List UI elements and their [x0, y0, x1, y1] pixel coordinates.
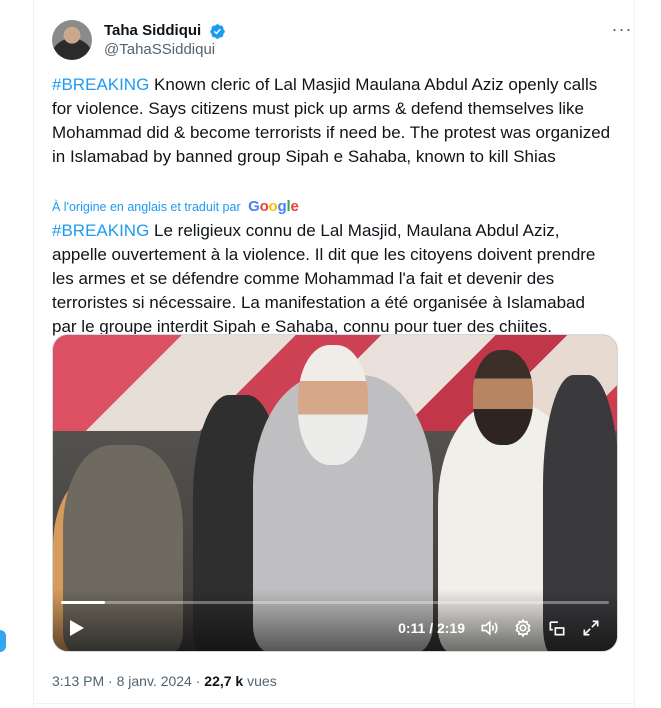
divider [34, 703, 634, 704]
volume-icon[interactable] [479, 618, 499, 638]
video-time: 0:11 / 2:19 [398, 620, 465, 636]
tweet-header: Taha Siddiqui @TahaSSiddiqui ··· [52, 18, 633, 62]
tweet-date[interactable]: 8 janv. 2024 [117, 673, 192, 689]
video-speaker-head [298, 345, 368, 465]
hashtag-link[interactable]: #BREAKING [52, 75, 149, 94]
video-controls: 0:11 / 2:19 [53, 589, 617, 651]
picture-in-picture-icon[interactable] [547, 618, 567, 638]
translation-note-text: À l'origine en anglais et traduit par [52, 200, 241, 214]
fullscreen-icon[interactable] [581, 618, 601, 638]
author-display-name[interactable]: Taha Siddiqui [104, 22, 201, 40]
views-label: vues [243, 673, 277, 689]
video-progress-fill [61, 601, 105, 604]
author-block[interactable]: Taha Siddiqui @TahaSSiddiqui [104, 22, 226, 60]
video-progress-bar[interactable] [61, 601, 609, 604]
video-player[interactable]: 0:11 / 2:19 [52, 334, 618, 652]
meta-separator: · [191, 673, 205, 689]
google-logo: Google [248, 198, 299, 215]
play-icon[interactable] [69, 619, 85, 637]
verified-badge-icon [209, 23, 225, 39]
more-options-icon[interactable]: ··· [611, 20, 633, 42]
author-handle[interactable]: @TahaSSiddiqui [104, 40, 226, 60]
tweet-time[interactable]: 3:13 PM [52, 673, 104, 689]
translated-hashtag-link[interactable]: #BREAKING [52, 221, 149, 240]
views-count: 22,7 k [204, 673, 244, 689]
tweet-meta: 3:13 PM · 8 janv. 2024 · 22,7 k vues [52, 672, 277, 690]
scroll-indicator [0, 630, 6, 652]
meta-separator: · [104, 673, 117, 689]
avatar[interactable] [52, 20, 92, 60]
tweet-text: #BREAKING Known cleric of Lal Masjid Mau… [52, 73, 612, 169]
video-person-head [473, 350, 533, 445]
translated-tweet-text: #BREAKING Le religieux connu de Lal Masj… [52, 219, 612, 339]
settings-gear-icon[interactable] [513, 618, 533, 638]
translation-note[interactable]: À l'origine en anglais et traduit par Go… [52, 197, 299, 217]
